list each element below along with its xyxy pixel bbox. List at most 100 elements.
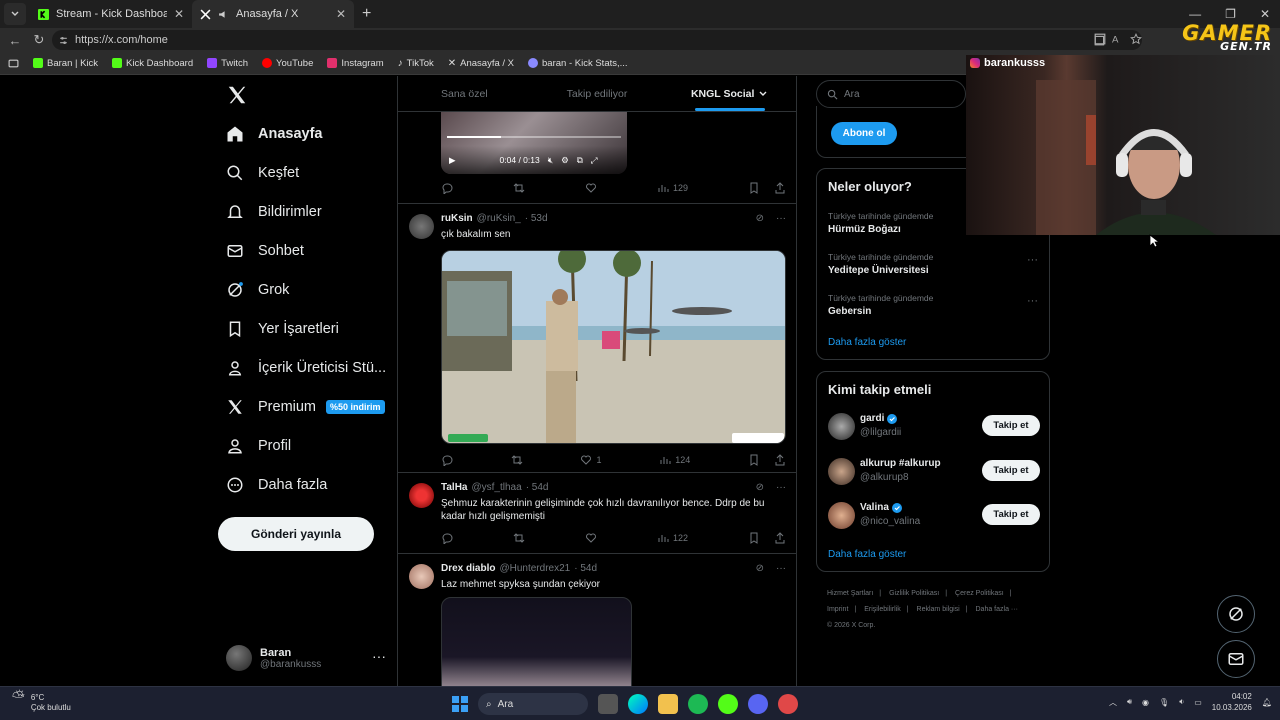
account-switcher[interactable]: Baran @barankusss ··· [226,638,386,678]
mute-icon[interactable]: 🔇︎ [548,155,553,166]
maximize-button[interactable]: ❐ [1225,7,1236,21]
minimize-button[interactable]: — [1189,7,1201,21]
post-time[interactable]: · 53d [525,213,548,224]
close-icon[interactable]: ✕ [174,7,184,21]
bookmark-baran-kick[interactable]: Baran | Kick [33,58,98,69]
back-button[interactable]: ← [6,33,24,48]
more-dots-icon[interactable]: ··· [776,482,786,493]
repost-button[interactable] [513,532,525,544]
sidebar-item-creator-studio[interactable]: İçerik Üreticisi Stü... [226,359,386,377]
tab-for-you[interactable]: Sana özel [398,76,531,111]
speaker-icon[interactable]: 🔊︎ [1127,697,1132,707]
bookmark-twitch[interactable]: Twitch [207,58,248,69]
red-app-icon[interactable] [778,694,798,714]
more-dots-icon[interactable]: ··· [776,563,786,574]
clock[interactable]: 04:02 10.03.2026 [1212,691,1252,713]
reading-list-icon[interactable] [8,58,19,69]
post-image[interactable] [441,250,786,444]
views-button[interactable]: 124 [659,454,690,466]
grok-floating-button[interactable] [1217,595,1255,633]
follow-button[interactable]: Takip et [982,504,1040,525]
play-icon[interactable]: ▶ [449,155,456,166]
avatar[interactable] [409,214,434,239]
like-button[interactable] [585,182,597,194]
post-handle[interactable]: @Hunterdrex21 [499,563,570,574]
views-button[interactable]: 129 [657,182,688,194]
follow-button[interactable]: Takip et [982,415,1040,436]
video-progress[interactable] [447,136,621,138]
browser-tab-kick[interactable]: Stream - Kick Dashboard ✕ [30,0,192,28]
tab-following[interactable]: Takip ediliyor [531,76,664,111]
share-icon[interactable] [774,182,786,194]
post-video-thumbnail[interactable] [441,597,632,686]
bookmark-youtube[interactable]: YouTube [262,58,313,69]
like-button[interactable]: 1 [580,454,601,466]
grok-icon[interactable]: ⊘ [756,482,764,493]
footer-link[interactable]: Daha fazla ··· [976,606,1018,613]
footer-link[interactable]: Erişilebilirlik [864,606,901,613]
repost-button[interactable] [511,454,523,466]
sidebar-item-premium[interactable]: Premium %50 indirim [226,398,385,416]
new-tab-button[interactable]: + [354,5,379,23]
green-app-icon[interactable] [718,694,738,714]
more-dots-icon[interactable]: ··· [1027,295,1038,307]
footer-link[interactable]: Çerez Politikası [955,590,1004,597]
post-handle[interactable]: @ysf_tlhaa [472,482,522,493]
show-more-link[interactable]: Daha fazla göster [828,337,906,348]
sidebar-item-more[interactable]: Daha fazla [226,476,327,494]
post-author[interactable]: TalHa [441,482,468,493]
bookmark-icon[interactable] [748,182,760,194]
avatar[interactable] [409,564,434,589]
volume-icon[interactable]: 🔉︎ [1179,697,1184,707]
chevron-up-icon[interactable]: ︿ [1109,697,1117,708]
url-input[interactable]: https://x.com/home A [52,30,1142,50]
close-window-button[interactable]: ✕ [1260,7,1270,21]
search-input[interactable]: Ara [816,80,966,108]
spotify-icon[interactable] [688,694,708,714]
grok-icon[interactable]: ⊘ [756,213,764,224]
fullscreen-icon[interactable]: ⤢ [591,155,598,166]
notifications-icon[interactable]: 🔔︎ [1262,698,1272,707]
trend-item[interactable]: Türkiye tarihinde gündemde Yeditepe Üniv… [828,252,1038,276]
bookmark-instagram[interactable]: Instagram [327,58,384,69]
more-dots-icon[interactable]: ··· [776,213,786,224]
footer-link[interactable]: Imprint [827,606,848,613]
repost-button[interactable] [513,182,525,194]
follow-button[interactable]: Takip et [982,460,1040,481]
discord-tray-icon[interactable]: ◉ [1142,698,1149,707]
microphone-icon[interactable]: 🎙︎ [1159,698,1169,707]
trend-item[interactable]: Türkiye tarihinde gündemde Gebersin ··· [828,293,1038,317]
messages-floating-button[interactable] [1217,640,1255,678]
post-item[interactable]: TalHa @ysf_tlhaa · 54d ⊘ ··· Şehmuz karak… [398,473,796,553]
grok-icon[interactable]: ⊘ [756,563,764,574]
taskbar-search[interactable]: ⌕ Ara [478,693,588,715]
video-player[interactable]: ▶ 0:04 / 0:13 🔇︎ ⚙︎ ⧉ ⤢ [441,112,627,174]
network-icon[interactable]: ▭ [1194,698,1202,707]
footer-link[interactable]: Gizlilik Politikası [889,590,939,597]
bookmark-icon[interactable] [748,532,760,544]
post-button[interactable]: Gönderi yayınla [218,517,374,551]
post-handle[interactable]: @ruKsin_ [477,213,521,224]
post-time[interactable]: · 54d [526,482,549,493]
footer-link[interactable]: Hizmet Şartları [827,590,873,597]
refresh-button[interactable]: ↻ [30,32,48,48]
suggested-user[interactable]: Valina @nico_valina Takip et [828,500,1040,534]
tab-list-button[interactable] [4,3,26,25]
sidebar-item-home[interactable]: Anasayfa [226,125,322,143]
avatar[interactable] [409,483,434,508]
bookmark-tiktok[interactable]: ♪ TikTok [398,58,434,69]
bookmark-kick-stats[interactable]: baran - Kick Stats,... [528,58,628,69]
post-author[interactable]: Drex diablo [441,563,495,574]
views-button[interactable]: 122 [657,532,688,544]
bookmark-x[interactable]: ✕ Anasayfa / X [448,58,514,69]
task-view-icon[interactable] [598,694,618,714]
settings-icon[interactable]: ⚙︎ [561,155,569,166]
show-more-link[interactable]: Daha fazla göster [828,549,906,560]
extensions-icon[interactable] [1094,34,1106,46]
sidebar-item-bookmarks[interactable]: Yer İşaretleri [226,320,339,338]
file-explorer-icon[interactable] [658,694,678,714]
suggested-user[interactable]: alkurup #alkurup @alkurup8 Takip et [828,456,1040,490]
share-icon[interactable] [774,454,786,466]
discord-icon[interactable] [748,694,768,714]
more-dots-icon[interactable]: ··· [372,648,386,664]
